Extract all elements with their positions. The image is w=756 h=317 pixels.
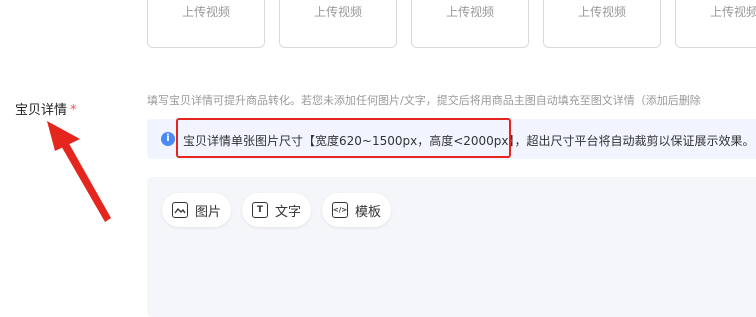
upload-video-label: 上传视频	[709, 5, 756, 19]
upload-video-label: 上传视频	[445, 5, 494, 19]
add-template-label: 模板	[355, 204, 382, 220]
detail-hint-text: 填写宝贝详情可提升商品转化。若您未添加任何图片/文字，提交后将用商品主图自动填充…	[147, 94, 701, 107]
upload-video-label: 上传视频	[181, 5, 230, 19]
annotation-arrow	[47, 121, 111, 222]
add-image-label: 图片	[195, 204, 222, 220]
video-upload-slot-4[interactable]: 上传视频	[543, 0, 661, 48]
upload-video-label: 上传视频	[577, 5, 626, 19]
code-template-icon: </>	[332, 202, 348, 218]
video-upload-slot-2[interactable]: 上传视频	[279, 0, 397, 48]
detail-editor-area[interactable]: 图片 T 文字 </> 模板	[147, 177, 756, 317]
text-icon: T	[252, 202, 268, 218]
info-icon: i	[161, 132, 175, 146]
add-image-button[interactable]: 图片	[162, 193, 232, 227]
image-icon	[172, 202, 188, 218]
add-text-button[interactable]: T 文字	[242, 193, 312, 227]
video-upload-slot-1[interactable]: 上传视频	[147, 0, 265, 48]
video-upload-slot-3[interactable]: 上传视频	[411, 0, 529, 48]
video-upload-slot-5[interactable]: 上传视频	[675, 0, 756, 48]
add-text-label: 文字	[275, 204, 302, 220]
add-template-button[interactable]: </> 模板	[322, 193, 392, 227]
upload-video-label: 上传视频	[313, 5, 362, 19]
annotation-highlight-box	[176, 118, 511, 158]
